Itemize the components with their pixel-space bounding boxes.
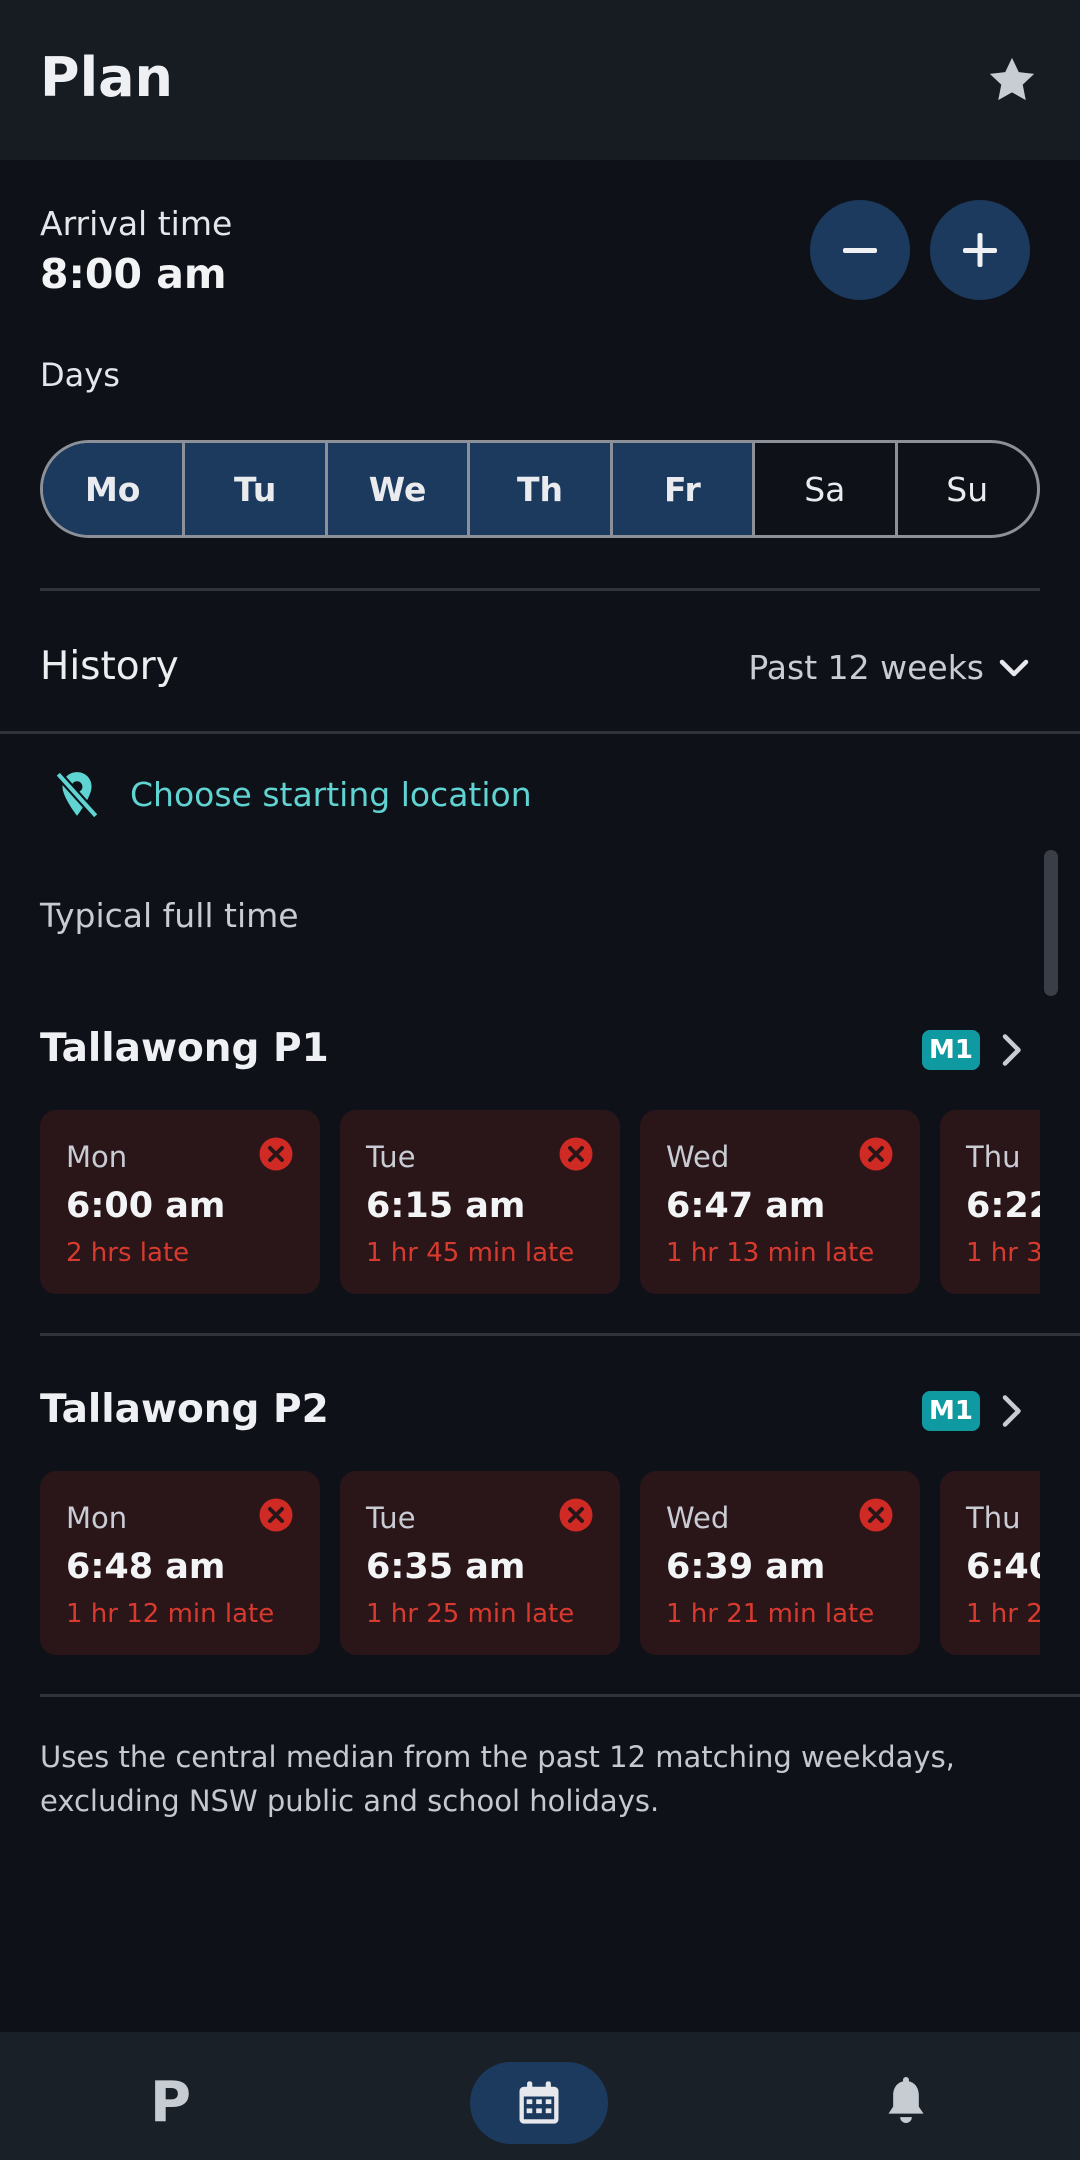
divider — [40, 1694, 1080, 1697]
increase-time-button[interactable] — [930, 200, 1030, 300]
card-time: 6:22 — [966, 1186, 1040, 1226]
line-badge: M1 — [922, 1030, 980, 1070]
history-label: History — [40, 644, 179, 689]
card-late: 1 hr 20 — [966, 1599, 1040, 1629]
card-late: 1 hr 45 min late — [366, 1238, 575, 1268]
card-late: 2 hrs late — [66, 1238, 190, 1268]
divider — [40, 1333, 1080, 1336]
arrival-time-value: 8:00 am — [40, 250, 227, 298]
station-title[interactable]: Tallawong P2 — [40, 1387, 329, 1432]
card-late: 1 hr 13 min late — [666, 1238, 875, 1268]
card-day: Thu — [966, 1140, 1021, 1174]
scrollbar[interactable] — [1044, 850, 1058, 996]
minus-icon — [843, 248, 877, 253]
history-card[interactable]: Tue 6:35 am 1 hr 25 min late — [340, 1471, 620, 1655]
card-day: Mon — [66, 1501, 128, 1535]
history-card[interactable]: Thu 6:40 1 hr 20 — [940, 1471, 1040, 1655]
late-x-icon — [559, 1137, 593, 1171]
card-late: 1 hr 21 min late — [666, 1599, 875, 1629]
day-toggle-fr[interactable]: Fr — [612, 443, 756, 535]
card-time: 6:40 — [966, 1547, 1040, 1587]
history-range-dropdown[interactable]: Past 12 weeks — [748, 648, 984, 687]
chevron-right-icon[interactable] — [996, 1391, 1026, 1431]
history-card[interactable]: Wed 6:47 am 1 hr 13 min late — [640, 1110, 920, 1294]
calendar-icon — [519, 2081, 559, 2124]
day-selector: Mo Tu We Th Fr Sa Su — [40, 440, 1040, 538]
card-time: 6:48 am — [66, 1547, 226, 1587]
history-card[interactable]: Tue 6:15 am 1 hr 45 min late — [340, 1110, 620, 1294]
day-toggle-sa[interactable]: Sa — [755, 443, 898, 535]
footnote: Uses the central median from the past 12… — [40, 1740, 955, 1818]
station-title[interactable]: Tallawong P1 — [40, 1026, 329, 1071]
history-card[interactable]: Mon 6:00 am 2 hrs late — [40, 1110, 320, 1294]
typical-full-time-label: Typical full time — [40, 896, 299, 935]
divider — [0, 731, 1080, 734]
line-badge: M1 — [922, 1391, 980, 1431]
history-card-row: Mon 6:00 am 2 hrs late Tue 6:15 am 1 hr … — [40, 1110, 1040, 1294]
star-icon[interactable] — [984, 52, 1040, 108]
day-toggle-we[interactable]: We — [327, 443, 471, 535]
app-bar: Plan — [0, 0, 1080, 160]
divider — [40, 588, 1040, 591]
history-card[interactable]: Thu 6:22 1 hr 38 — [940, 1110, 1040, 1294]
late-x-icon — [859, 1137, 893, 1171]
card-time: 6:35 am — [366, 1547, 526, 1587]
late-x-icon — [859, 1498, 893, 1532]
arrival-time-label: Arrival time — [40, 204, 233, 243]
card-time: 6:00 am — [66, 1186, 226, 1226]
location-off-icon[interactable] — [52, 768, 102, 822]
plus-icon — [963, 233, 997, 267]
card-day: Wed — [666, 1501, 730, 1535]
day-toggle-su[interactable]: Su — [898, 443, 1037, 535]
day-toggle-th[interactable]: Th — [470, 443, 613, 535]
late-x-icon — [559, 1498, 593, 1532]
nav-parking[interactable]: P — [150, 2070, 191, 2135]
page-title: Plan — [40, 46, 173, 109]
history-card[interactable]: Wed 6:39 am 1 hr 21 min late — [640, 1471, 920, 1655]
card-day: Mon — [66, 1140, 128, 1174]
card-day: Tue — [366, 1140, 416, 1174]
day-toggle-tu[interactable]: Tu — [185, 443, 328, 535]
card-day: Wed — [666, 1140, 730, 1174]
nav-plan[interactable] — [470, 2062, 608, 2144]
card-late: 1 hr 38 — [966, 1238, 1040, 1268]
card-day: Tue — [366, 1501, 416, 1535]
chevron-down-icon[interactable] — [996, 650, 1032, 686]
history-card[interactable]: Mon 6:48 am 1 hr 12 min late — [40, 1471, 320, 1655]
late-x-icon — [259, 1137, 293, 1171]
card-time: 6:15 am — [366, 1186, 526, 1226]
card-day: Thu — [966, 1501, 1021, 1535]
choose-starting-location-link[interactable]: Choose starting location — [130, 775, 532, 814]
day-toggle-mo[interactable]: Mo — [43, 443, 186, 535]
card-time: 6:39 am — [666, 1547, 826, 1587]
days-label: Days — [40, 356, 120, 394]
chevron-right-icon[interactable] — [996, 1030, 1026, 1070]
card-late: 1 hr 12 min late — [66, 1599, 275, 1629]
history-card-row: Mon 6:48 am 1 hr 12 min late Tue 6:35 am… — [40, 1471, 1040, 1655]
card-time: 6:47 am — [666, 1186, 826, 1226]
late-x-icon — [259, 1498, 293, 1532]
card-late: 1 hr 25 min late — [366, 1599, 575, 1629]
bottom-nav: P — [0, 2032, 1080, 2160]
bell-icon[interactable] — [878, 2074, 934, 2130]
decrease-time-button[interactable] — [810, 200, 910, 300]
